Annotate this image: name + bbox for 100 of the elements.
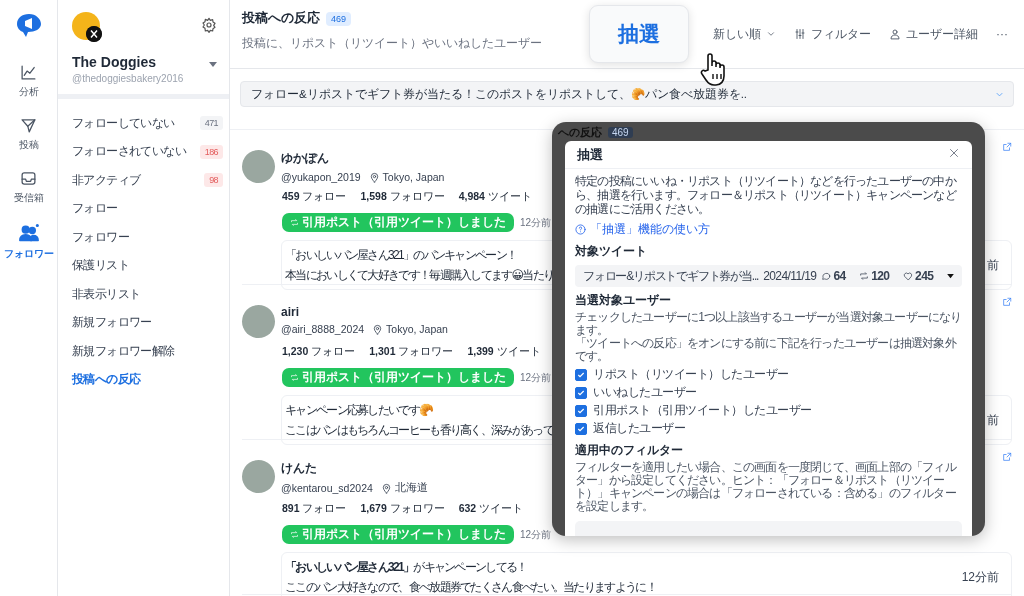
sidebar-nav-item[interactable]: フォロワー xyxy=(58,223,229,252)
heart-icon xyxy=(903,271,914,281)
count-badge: 469 xyxy=(326,11,352,26)
rail-nav-item[interactable]: 投稿 xyxy=(18,115,39,154)
sidebar-nav-item[interactable]: 保護リスト xyxy=(58,251,229,280)
checkbox-option[interactable]: 返信したユーザー xyxy=(575,420,962,437)
user-handle: @airi_8888_2024 xyxy=(281,323,365,335)
rail-nav-item[interactable]: 受信箱 xyxy=(13,168,44,207)
user-stat: 4,984 ツイート xyxy=(458,190,532,204)
sidebar-nav-item[interactable]: 非表示リスト xyxy=(58,280,229,309)
post-text: 「おいしいパン屋さん321」のパンキャンペーン！ xyxy=(285,247,518,264)
section-label: 対象ツイート xyxy=(575,243,648,260)
count-badge: 469 xyxy=(608,127,633,138)
user-stat: 891 フォロー xyxy=(282,502,347,516)
page-subtitle: 投稿に、リポスト（リツイート）やいいねしたユーザー xyxy=(242,35,543,52)
close-icon xyxy=(948,147,960,159)
user-location: Tokyo, Japan xyxy=(382,171,445,183)
settings-icon xyxy=(201,17,217,33)
avatar-photo xyxy=(242,305,275,338)
sliders-icon xyxy=(794,28,806,40)
chart-icon xyxy=(20,64,37,81)
sidebar-nav-item[interactable]: 投稿への反応 xyxy=(58,365,229,394)
dialog-title: 抽選 xyxy=(577,145,603,164)
avatar-photo xyxy=(242,150,275,183)
section-note: フィルターを適用したい場合、この画面を一度閉じて、画面上部の「フィルター」から設定してください。ヒント：「フォロー＆リポスト（リツイート）」キャンペーンの場合は「フォローされている：含める」のフィルターを設定します。 xyxy=(575,461,958,513)
rail-nav-item[interactable]: 分析 xyxy=(18,62,39,101)
count-badge: 471 xyxy=(199,116,223,131)
user-stat: 1,301 フォロワー xyxy=(369,345,454,359)
sidebar-nav-item[interactable]: 非アクティブ 98 xyxy=(58,166,229,195)
user-detail-button[interactable]: ユーザー詳細 xyxy=(885,25,982,43)
section-note: チェックしたユーザーに1つ以上該当するユーザーが当選対象ユーザーになります。 xyxy=(575,311,962,337)
reaction-tag: 引用ポスト（引用ツイート）しました xyxy=(282,213,514,232)
user-handle: @kentarou_sd2024 xyxy=(281,482,373,494)
repost-icon xyxy=(290,373,299,382)
page-title: 投稿への反応 xyxy=(242,10,320,27)
user-location: Tokyo, Japan xyxy=(386,323,448,335)
tweet-dropdown[interactable]: フォロー&リポストでギフト券が当... 2024/11/19 64 120 245 xyxy=(575,265,962,287)
post-time: 前 xyxy=(987,412,999,429)
post-text: 「おいしいパン屋さん321」がキャンペーンしてる！ xyxy=(285,559,528,576)
repost-icon xyxy=(859,271,870,281)
checkbox-option[interactable]: リポスト（リツイート）したユーザー xyxy=(575,366,962,383)
reaction-tag: 引用ポスト（引用ツイート）しました xyxy=(282,525,514,544)
sidebar-nav-item[interactable]: フォローしていない 471 xyxy=(58,109,229,138)
hand-cursor-icon xyxy=(700,52,728,86)
user-stat: 1,399 ツイート xyxy=(467,345,541,359)
sidebar-nav-item[interactable]: フォロー xyxy=(58,194,229,223)
checkbox[interactable] xyxy=(575,404,587,417)
user-handle: @yukapon_2019 xyxy=(281,171,361,183)
post-time: 12分前 xyxy=(961,569,999,586)
post-text: ここのパン大好きなので、食べ放題券でたくさん食べたい。当たりますように！ xyxy=(285,579,656,596)
people-icon xyxy=(18,223,39,243)
user-stat: 632 ツイート xyxy=(458,502,524,516)
sort-dropdown[interactable]: 新しい順 xyxy=(709,25,780,43)
inbox-icon xyxy=(20,170,37,187)
user-icon xyxy=(889,28,901,40)
post-time: 前 xyxy=(987,257,999,274)
checkbox[interactable] xyxy=(575,386,587,399)
checkbox-option[interactable]: いいねしたユーザー xyxy=(575,384,962,401)
post-text: キャンペーン応募したいです🥐 xyxy=(285,402,434,419)
section-label: 適用中のフィルター xyxy=(575,442,684,459)
user-location: 北海道 xyxy=(394,481,428,495)
section-label: 当選対象ユーザー xyxy=(575,292,672,309)
caret-icon xyxy=(947,273,954,279)
draw-button[interactable]: 抽選 xyxy=(589,5,689,63)
user-name: airi xyxy=(281,305,300,319)
comment-icon xyxy=(821,271,832,281)
user-stat: 1,230 フォロー xyxy=(282,345,356,359)
help-link[interactable]: 「抽選」機能の使い方 xyxy=(575,221,962,238)
external-link-icon xyxy=(1002,452,1012,462)
sidebar-nav-item[interactable]: フォローされていない 186 xyxy=(58,137,229,166)
reaction-time: 12分前 xyxy=(520,215,552,230)
filter-button[interactable]: フィルター xyxy=(790,25,875,43)
checkbox-option[interactable]: 引用ポスト（引用ツイート）したユーザー xyxy=(575,402,962,419)
chevron-down-icon xyxy=(766,29,776,39)
rail-nav-item[interactable]: フォロワー xyxy=(3,221,54,263)
avatar-photo xyxy=(242,460,275,493)
paper-plane-icon xyxy=(20,117,37,134)
post-text: 本当においしくて大好きです！毎週購入してます😀当たり xyxy=(285,267,554,284)
x-logo-icon xyxy=(86,26,102,42)
account-handle: @thedoggiesbakery2016 xyxy=(72,73,185,84)
tweet-selector[interactable]: フォロー&リポストでギフト券が当たる！このポストをリポストして、🥐パン食べ放題券を.. xyxy=(240,81,1014,107)
user-stat: 1,679 フォロワー xyxy=(360,502,445,516)
sidebar-nav-item[interactable]: 新規フォロワー xyxy=(58,308,229,337)
section-note: 「ツイートへの反応」をオンにする前に下記を行ったユーザーは抽選対象外です。 xyxy=(575,337,958,363)
count-badge: 98 xyxy=(204,173,223,188)
logo-icon xyxy=(15,12,42,38)
external-link-icon xyxy=(1002,142,1012,152)
sidebar-nav-item[interactable]: 新規フォロワー解除 xyxy=(58,337,229,366)
reaction-time: 12分前 xyxy=(520,370,552,385)
count-badge: 186 xyxy=(199,144,223,159)
user-name: ゆかぽん xyxy=(281,150,330,167)
repost-icon xyxy=(290,530,299,539)
checkbox[interactable] xyxy=(575,422,587,435)
more-button[interactable]: ··· xyxy=(992,27,1012,41)
user-stat: 1,598 フォロワー xyxy=(360,190,445,204)
checkbox[interactable] xyxy=(575,368,587,381)
user-stat: 459 フォロー xyxy=(282,190,347,204)
dialog-description: 特定の投稿にいいね・リポスト（リツイート）などを行ったユーザーの中から、抽選を行います。フォロー＆リポスト（リツイート）キャンペーンなどの抽選にご活用ください。 xyxy=(575,174,958,216)
reaction-time: 12分前 xyxy=(520,527,552,542)
caret-icon[interactable] xyxy=(209,62,217,68)
